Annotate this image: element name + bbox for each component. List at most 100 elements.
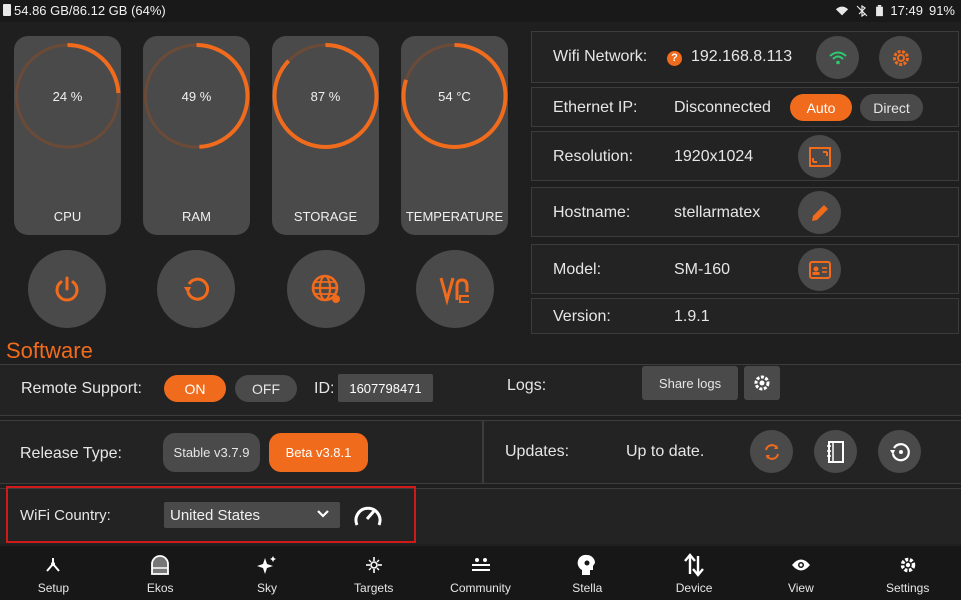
- hostname-value: stellarmatex: [674, 204, 761, 221]
- storage-value: 87 %: [310, 89, 341, 104]
- nav-sky[interactable]: Sky: [214, 546, 321, 600]
- remote-support-on-button[interactable]: ON: [164, 375, 226, 402]
- id-card-icon: [808, 260, 831, 279]
- nav-targets-label: Targets: [354, 581, 394, 595]
- wifi-signal-icon: [836, 6, 849, 15]
- release-type-band: Release Type: Stable v3.7.9 Beta v3.8.1 …: [0, 420, 961, 484]
- nav-targets[interactable]: Targets: [320, 546, 427, 600]
- stella-icon: [577, 554, 596, 575]
- restart-button[interactable]: [157, 250, 235, 328]
- version-row: Version: 1.9.1: [531, 298, 959, 334]
- battery-percent: 91%: [928, 3, 955, 18]
- version-label: Version:: [553, 308, 611, 325]
- wifi-country-value: United States: [170, 507, 261, 524]
- resolution-row: Resolution: 1920x1024: [531, 131, 959, 181]
- targets-icon: [365, 557, 382, 573]
- network-settings-button[interactable]: [879, 36, 922, 79]
- ethernet-row: Ethernet IP: Disconnected Auto Direct: [531, 87, 959, 127]
- cpu-value: 24 %: [52, 89, 83, 104]
- nav-setup[interactable]: Setup: [0, 546, 107, 600]
- vnc-button[interactable]: [416, 250, 494, 328]
- nav-community[interactable]: Community: [427, 546, 534, 600]
- storage-usage-text: 54.86 GB/86.12 GB (64%): [14, 3, 166, 18]
- power-icon: [55, 276, 79, 302]
- view-icon: [791, 559, 810, 571]
- wifi-network-label: Wifi Network:: [553, 48, 648, 65]
- ram-value: 49 %: [181, 89, 212, 104]
- chevron-down-icon: [317, 510, 329, 518]
- wifi-network-row: Wifi Network: ? 192.168.8.113: [531, 31, 959, 83]
- vnc-icon: [439, 277, 469, 306]
- nav-ekos[interactable]: Ekos: [107, 546, 214, 600]
- beta-release-button[interactable]: Beta v3.8.1: [269, 433, 368, 472]
- logs-settings-button[interactable]: [744, 366, 780, 400]
- nav-device[interactable]: Device: [641, 546, 748, 600]
- updates-status: Up to date.: [626, 443, 705, 460]
- nav-stella[interactable]: Stella: [534, 546, 641, 600]
- gauge-card-cpu: 24 % CPU: [14, 36, 121, 235]
- gear-icon: [892, 49, 909, 66]
- ethernet-direct-button[interactable]: Direct: [860, 94, 923, 121]
- version-value: 1.9.1: [674, 308, 710, 325]
- remote-id-label: ID:: [314, 380, 335, 397]
- restart-icon: [184, 277, 210, 301]
- model-info-button[interactable]: [798, 248, 841, 291]
- community-icon: [471, 558, 490, 571]
- remote-id-value: 1607798471: [338, 374, 433, 402]
- cpu-label: CPU: [53, 209, 82, 224]
- resolution-button[interactable]: [798, 135, 841, 178]
- remote-support-off-button[interactable]: OFF: [235, 375, 297, 402]
- ekos-icon: [151, 555, 170, 575]
- wifi-country-select[interactable]: United States: [164, 502, 340, 528]
- gauge-card-temperature: 54 °C TEMPERATURE: [401, 36, 508, 235]
- remote-support-band: Remote Support: ON OFF ID: 1607798471 Lo…: [0, 364, 961, 416]
- nav-view[interactable]: View: [747, 546, 854, 600]
- nav-stella-label: Stella: [572, 581, 603, 595]
- wifi-ip-value: 192.168.8.113: [691, 48, 793, 65]
- ethernet-label: Ethernet IP:: [553, 99, 638, 116]
- software-section-title: Software: [6, 338, 93, 363]
- edit-hostname-button[interactable]: [798, 191, 841, 234]
- remote-support-label: Remote Support:: [21, 380, 142, 397]
- wifi-settings-button[interactable]: [816, 36, 859, 79]
- ethernet-auto-button[interactable]: Auto: [790, 94, 852, 121]
- web-manager-icon: [311, 274, 340, 303]
- resolution-label: Resolution:: [553, 148, 634, 165]
- settings-icon: [900, 557, 915, 573]
- divider: [482, 421, 484, 483]
- share-logs-button[interactable]: Share logs: [642, 366, 738, 400]
- wifi-country-label: WiFi Country:: [20, 507, 111, 524]
- power-button[interactable]: [28, 250, 106, 328]
- web-manager-button[interactable]: [287, 250, 365, 328]
- model-row: Model: SM-160: [531, 244, 959, 294]
- model-value: SM-160: [674, 261, 731, 278]
- notebook-icon: [826, 440, 844, 463]
- logs-label: Logs:: [507, 377, 547, 394]
- resolution-value: 1920x1024: [674, 148, 754, 165]
- check-updates-button[interactable]: [750, 430, 793, 473]
- battery-icon: [876, 4, 884, 16]
- ram-label: RAM: [182, 209, 211, 224]
- question-icon: ?: [667, 51, 682, 66]
- history-icon: [889, 442, 910, 461]
- setup-icon: [46, 558, 61, 572]
- restore-button[interactable]: [878, 430, 921, 473]
- nav-view-label: View: [787, 581, 814, 595]
- storage-label: STORAGE: [293, 209, 358, 224]
- changelog-button[interactable]: [814, 430, 857, 473]
- nav-sky-label: Sky: [256, 581, 277, 595]
- wifi-icon: [828, 51, 847, 64]
- release-type-label: Release Type:: [20, 445, 122, 462]
- speedometer-icon[interactable]: [352, 500, 384, 530]
- clock-time: 17:49: [890, 3, 923, 18]
- gear-icon: [754, 375, 770, 391]
- sd-card-icon: [3, 4, 11, 16]
- device-icon: [684, 553, 704, 577]
- stable-release-button[interactable]: Stable v3.7.9: [163, 433, 260, 472]
- model-label: Model:: [553, 261, 602, 278]
- nav-settings[interactable]: Settings: [854, 546, 961, 600]
- pencil-icon: [811, 204, 828, 221]
- nav-ekos-label: Ekos: [146, 581, 174, 595]
- gauge-card-storage: 87 % STORAGE: [272, 36, 379, 235]
- hostname-label: Hostname:: [553, 204, 631, 221]
